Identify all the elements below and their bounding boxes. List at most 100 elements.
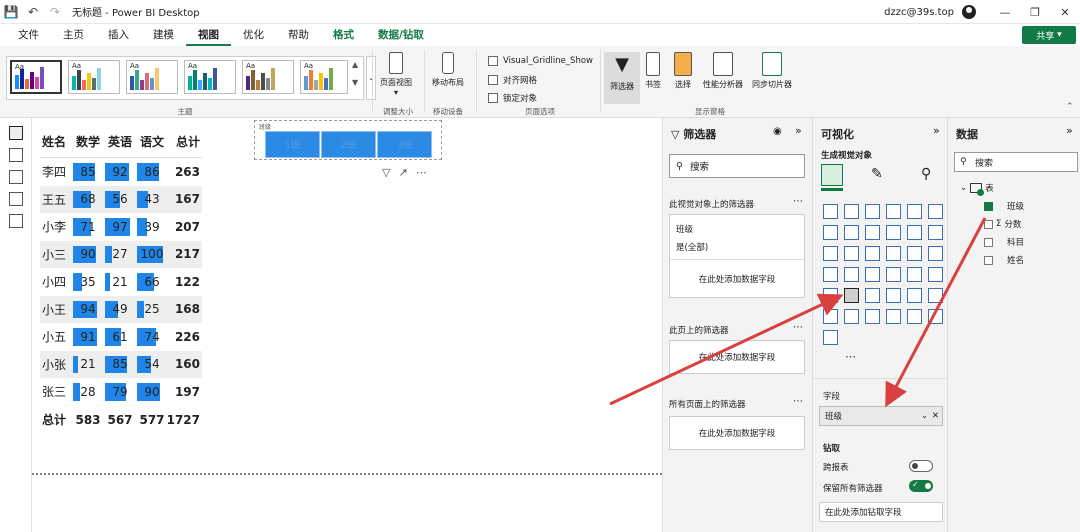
visual-type-icon[interactable] xyxy=(907,204,922,219)
class-slicer[interactable]: 班级 1班 2班 3班 xyxy=(254,120,442,160)
visual-type-icon[interactable] xyxy=(823,246,838,261)
drill-add-field[interactable]: 在此处添加钻取字段 xyxy=(819,502,943,522)
theme-thumb[interactable]: Aa xyxy=(126,60,178,94)
more-options-icon[interactable]: ⋯ xyxy=(793,396,803,407)
performance-analyzer-button[interactable]: 性能分析器 xyxy=(698,52,748,90)
visual-type-icon[interactable] xyxy=(865,246,880,261)
menu-insert[interactable]: 插入 xyxy=(96,24,141,46)
more-options-icon[interactable]: ⋯ xyxy=(793,322,803,333)
report-view-icon[interactable] xyxy=(8,126,23,140)
header-total[interactable]: 总计 xyxy=(168,126,202,157)
visual-type-icon[interactable] xyxy=(886,288,901,303)
visual-type-icon[interactable] xyxy=(907,225,922,240)
close-icon[interactable]: ✕ xyxy=(1050,0,1080,24)
tmdl-view-icon[interactable] xyxy=(8,214,23,228)
analytics-icon[interactable]: ⚲ xyxy=(921,166,931,182)
report-canvas[interactable]: 姓名 数学 英语 语文 总计 李四 85 92 86 263 王五 68 56 43 167 小李 7… xyxy=(32,118,662,532)
share-button[interactable]: 共享 ▾ xyxy=(1022,26,1076,44)
visual-type-icon[interactable] xyxy=(907,309,922,324)
save-icon[interactable]: 💾 xyxy=(0,1,22,23)
page-view-button[interactable]: 页面视图 ▾ xyxy=(376,52,416,97)
field-well[interactable]: 班级 ⌄ ✕ xyxy=(819,406,943,426)
slicer-option[interactable]: 2班 xyxy=(321,131,376,158)
menu-home[interactable]: 主页 xyxy=(51,24,96,46)
more-options-icon[interactable]: ⋯ xyxy=(793,196,803,207)
visual-type-icon[interactable] xyxy=(886,246,901,261)
visual-type-icon[interactable] xyxy=(823,267,838,282)
filter-icon[interactable]: ▽ xyxy=(382,166,390,179)
sync-slicers-button[interactable]: 同步切片器 xyxy=(748,52,796,90)
more-options-icon[interactable]: ⋯ xyxy=(416,166,427,179)
all-pages-add-field-drop[interactable]: 在此处添加数据字段 xyxy=(669,416,805,450)
page-add-field-drop[interactable]: 在此处添加数据字段 xyxy=(669,340,805,374)
field-checkbox[interactable] xyxy=(984,201,993,211)
model-view-icon[interactable] xyxy=(8,170,23,184)
theme-thumb[interactable]: Aa xyxy=(68,60,120,94)
visual-type-icon[interactable] xyxy=(886,267,901,282)
visual-type-icon[interactable] xyxy=(865,267,880,282)
field-checkbox[interactable] xyxy=(984,219,993,229)
visual-type-icon[interactable] xyxy=(928,225,943,240)
visual-type-icon[interactable] xyxy=(865,288,880,303)
theme-thumb[interactable]: Aa xyxy=(10,60,62,94)
visual-type-icon[interactable] xyxy=(928,288,943,303)
selection-button[interactable]: 选择 xyxy=(668,52,698,90)
scroll-up-icon[interactable]: ▲ xyxy=(352,60,358,69)
redo-icon[interactable]: ↷ xyxy=(44,1,66,23)
visual-type-icon[interactable] xyxy=(844,204,859,219)
cross-report-toggle[interactable] xyxy=(909,460,933,472)
bookmarks-button[interactable]: 书签 xyxy=(642,52,664,90)
visual-type-icon[interactable] xyxy=(886,204,901,219)
visual-type-icon[interactable] xyxy=(928,267,943,282)
visual-type-icon[interactable] xyxy=(844,225,859,240)
lock-objects-checkbox[interactable] xyxy=(488,93,498,103)
data-field-item[interactable]: 班级 xyxy=(984,200,1024,212)
visual-type-icon[interactable] xyxy=(865,225,880,240)
mobile-layout-button[interactable]: 移动布局 xyxy=(428,52,468,88)
slicer-option[interactable]: 3班 xyxy=(377,131,432,158)
visual-type-icon[interactable] xyxy=(928,204,943,219)
gridline-option[interactable]: Visual_Gridline_Show xyxy=(488,56,593,66)
data-search-input[interactable]: ⚲ 搜索 xyxy=(954,152,1078,172)
menu-view[interactable]: 视图 xyxy=(186,24,231,46)
collapse-data-icon[interactable]: » xyxy=(1066,124,1073,137)
menu-help[interactable]: 帮助 xyxy=(276,24,321,46)
menu-data-drill[interactable]: 数据/钻取 xyxy=(366,24,436,46)
visual-type-icon[interactable] xyxy=(844,267,859,282)
scroll-down-icon[interactable]: ▼ xyxy=(352,78,358,87)
data-field-item[interactable]: 姓名 xyxy=(984,254,1024,266)
slicer-visual-icon[interactable] xyxy=(844,288,859,303)
matrix-visual[interactable]: 姓名 数学 英语 语文 总计 李四 85 92 86 263 王五 68 56 43 167 小李 7… xyxy=(40,126,202,434)
gallery-more-icon[interactable]: ⌄ xyxy=(366,56,376,100)
filters-pane-button[interactable]: ▼ 筛选器 xyxy=(604,52,640,104)
visual-type-icon[interactable] xyxy=(844,309,859,324)
format-visual-icon[interactable]: ✎ xyxy=(871,166,883,182)
menu-format[interactable]: 格式 xyxy=(321,24,366,46)
visual-type-icon[interactable] xyxy=(823,330,838,345)
visual-type-icon[interactable] xyxy=(823,309,838,324)
visual-filter-card[interactable]: 班级 是(全部) 在此处添加数据字段 xyxy=(669,214,805,298)
gridline-checkbox[interactable] xyxy=(488,56,498,66)
visual-type-icon[interactable] xyxy=(823,225,838,240)
visual-type-icon[interactable] xyxy=(886,309,901,324)
add-field-drop[interactable]: 在此处添加数据字段 xyxy=(670,259,804,297)
field-checkbox[interactable] xyxy=(984,237,993,247)
menu-file[interactable]: 文件 xyxy=(6,24,51,46)
data-field-item[interactable]: 科目 xyxy=(984,236,1024,248)
restore-icon[interactable]: ❐ xyxy=(1020,0,1050,24)
snap-grid-option[interactable]: 对齐网格 xyxy=(488,74,537,86)
focus-mode-icon[interactable]: ↗ xyxy=(398,166,407,179)
theme-thumb[interactable]: Aa xyxy=(300,60,348,94)
header-english[interactable]: 英语 xyxy=(104,126,136,157)
visual-type-icon[interactable] xyxy=(865,309,880,324)
lock-objects-option[interactable]: 锁定对象 xyxy=(488,92,537,104)
header-chinese[interactable]: 语文 xyxy=(136,126,168,157)
table-view-icon[interactable] xyxy=(8,148,23,162)
more-visuals-icon[interactable]: ⋯ xyxy=(845,350,856,363)
visual-type-icon[interactable] xyxy=(886,225,901,240)
chevron-down-icon[interactable]: ⌄ xyxy=(921,411,928,421)
filters-search-input[interactable]: ⚲ 搜索 xyxy=(669,154,805,178)
dax-query-icon[interactable] xyxy=(8,192,23,206)
chevron-down-icon[interactable]: ⌄ xyxy=(960,183,967,193)
data-field-item[interactable]: Σ 分数 xyxy=(984,218,1021,230)
